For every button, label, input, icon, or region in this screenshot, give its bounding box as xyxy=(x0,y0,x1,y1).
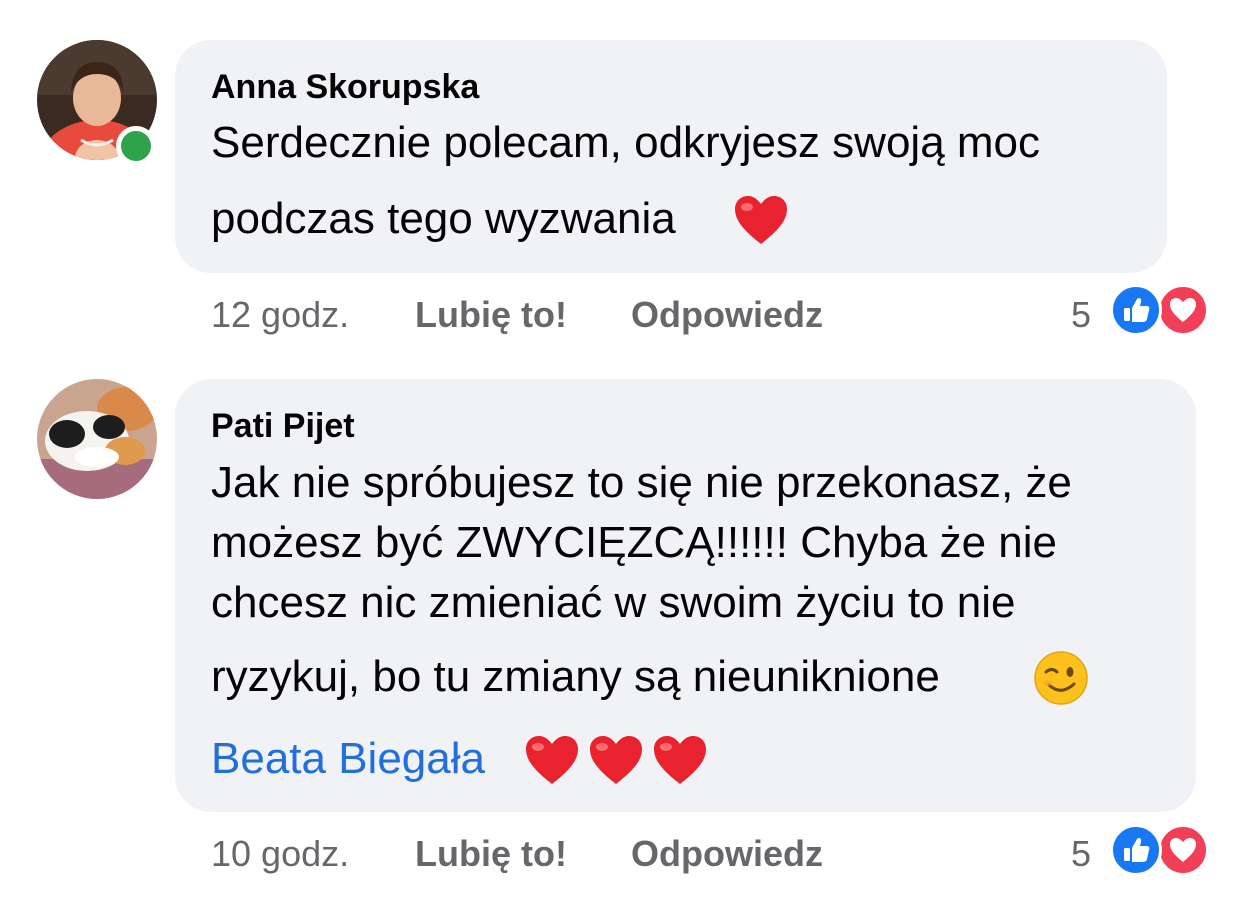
comment-text-line: ryzykuj, bo tu zmiany są nieuniknione xyxy=(211,652,940,701)
comment-text-line: Serdecznie polecam, odkryjesz swoją moc xyxy=(211,118,1041,167)
reactions-count[interactable]: 5 xyxy=(1071,833,1091,875)
love-icon[interactable] xyxy=(1157,824,1209,876)
like-button[interactable]: Lubię to! xyxy=(415,833,567,875)
comment-text-line: Jak nie spróbujesz to się nie przekonasz… xyxy=(211,458,1072,507)
avatar[interactable] xyxy=(37,379,157,499)
red-heart-icon xyxy=(524,734,580,786)
comment-text-line: chcesz nic zmieniać w swoim życiu to nie xyxy=(211,578,1016,627)
love-icon[interactable] xyxy=(1157,284,1209,336)
like-button[interactable]: Lubię to! xyxy=(415,294,567,336)
avatar-photo xyxy=(37,379,157,499)
online-status-dot xyxy=(116,126,156,166)
like-icon[interactable] xyxy=(1110,284,1162,336)
comment-text: podczas tego wyzwania xyxy=(211,194,676,243)
red-heart-icon xyxy=(733,194,789,246)
like-icon[interactable] xyxy=(1110,824,1162,876)
red-heart-icon xyxy=(588,734,644,786)
reactions-count[interactable]: 5 xyxy=(1071,294,1091,336)
mention-link[interactable]: Beata Biegała xyxy=(211,734,485,784)
red-heart-icon xyxy=(652,734,708,786)
reply-button[interactable]: Odpowiedz xyxy=(631,294,823,336)
comment-timestamp[interactable]: 12 godz. xyxy=(211,294,349,336)
comment-author[interactable]: Anna Skorupska xyxy=(211,68,479,107)
comment-author[interactable]: Pati Pijet xyxy=(211,407,355,446)
winking-face-icon xyxy=(1033,650,1089,706)
reply-button[interactable]: Odpowiedz xyxy=(631,833,823,875)
comment-text-line: możesz być ZWYCIĘZCĄ!!!!!! Chyba że nie xyxy=(211,518,1058,567)
comment-text-line: podczas tego wyzwania xyxy=(211,194,676,244)
comment-timestamp[interactable]: 10 godz. xyxy=(211,833,349,875)
